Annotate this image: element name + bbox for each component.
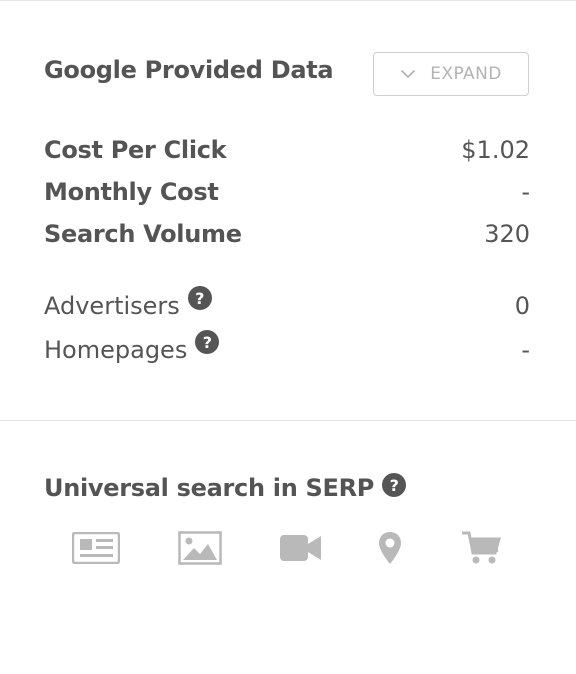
chevron-down-icon	[400, 69, 416, 79]
map-pin-icon	[378, 530, 402, 566]
metric-label: Search Volume	[44, 220, 242, 248]
serp-icon-row	[72, 530, 504, 570]
shopping-cart-icon	[461, 530, 501, 566]
news-icon	[72, 530, 120, 566]
metric-row-homepages: Homepages ? -	[44, 330, 530, 364]
metric-label: Homepages	[44, 336, 188, 364]
metric-value: -	[521, 336, 530, 364]
metric-row-search-volume: Search Volume 320	[44, 220, 530, 248]
metric-value: $1.02	[461, 136, 530, 164]
help-icon[interactable]: ?	[195, 330, 220, 354]
metric-row-advertisers: Advertisers ? 0	[44, 286, 530, 320]
metric-row-cost-per-click: Cost Per Click $1.02	[44, 136, 530, 164]
google-data-title: Google Provided Data	[44, 56, 334, 84]
help-icon[interactable]: ?	[187, 286, 212, 310]
metric-row-monthly-cost: Monthly Cost -	[44, 178, 530, 206]
metric-value: 320	[484, 220, 530, 248]
serp-title-wrap: Universal search in SERP ?	[44, 473, 407, 502]
top-divider	[0, 0, 576, 1]
image-icon	[178, 530, 222, 566]
metric-value: 0	[514, 292, 530, 320]
expand-button[interactable]: EXPAND	[373, 52, 529, 96]
help-icon[interactable]: ?	[382, 473, 407, 497]
metric-label: Monthly Cost	[44, 178, 219, 206]
video-icon	[280, 530, 322, 566]
metric-label-wrap: Advertisers ?	[44, 286, 212, 320]
metric-label: Advertisers	[44, 292, 180, 320]
expand-button-label: EXPAND	[430, 64, 502, 84]
serp-title: Universal search in SERP	[44, 474, 375, 502]
metric-label: Cost Per Click	[44, 136, 227, 164]
metric-label-wrap: Homepages ?	[44, 330, 220, 364]
section-divider	[0, 420, 576, 421]
metric-value: -	[521, 178, 530, 206]
